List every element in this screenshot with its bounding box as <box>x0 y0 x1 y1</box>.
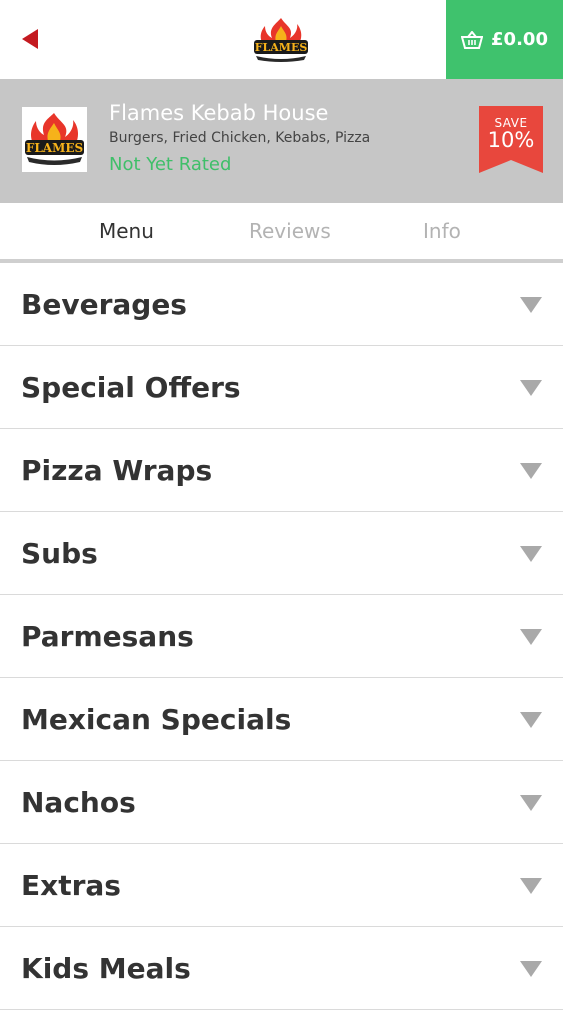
menu-category[interactable]: Beverages <box>0 263 563 346</box>
chevron-down-icon <box>520 546 542 562</box>
restaurant-header: FLAMES Flames Kebab House Burgers, Fried… <box>0 79 563 203</box>
save-badge: SAVE 10% <box>479 106 543 173</box>
menu-category-label: Beverages <box>21 288 187 321</box>
menu-category[interactable]: Special Offers <box>0 346 563 429</box>
tab-info[interactable]: Info <box>423 219 461 243</box>
flames-logo: FLAMES <box>250 16 312 64</box>
chevron-down-icon <box>520 463 542 479</box>
save-badge-value: 10% <box>487 128 535 152</box>
menu-category[interactable]: Parmesans <box>0 595 563 678</box>
basket-amount: £0.00 <box>491 29 548 50</box>
chevron-down-icon <box>520 961 542 977</box>
chevron-down-icon <box>520 712 542 728</box>
restaurant-logo: FLAMES <box>22 107 87 172</box>
menu-category[interactable]: Mexican Specials <box>0 678 563 761</box>
menu-category-label: Parmesans <box>21 620 194 653</box>
menu-category-label: Kids Meals <box>21 952 191 985</box>
chevron-down-icon <box>520 380 542 396</box>
restaurant-cuisines: Burgers, Fried Chicken, Kebabs, Pizza <box>109 130 371 146</box>
top-bar: FLAMES £0.00 <box>0 0 563 79</box>
basket-icon <box>461 30 484 49</box>
tab-reviews[interactable]: Reviews <box>249 219 331 243</box>
menu-category-label: Subs <box>21 537 98 570</box>
chevron-down-icon <box>520 297 542 313</box>
menu-category-list: Beverages Special Offers Pizza Wraps Sub… <box>0 263 563 1010</box>
basket-button[interactable]: £0.00 <box>446 0 563 79</box>
menu-category[interactable]: Pizza Wraps <box>0 429 563 512</box>
chevron-down-icon <box>520 795 542 811</box>
menu-category[interactable]: Extras <box>0 844 563 927</box>
chevron-down-icon <box>520 878 542 894</box>
menu-category[interactable]: Subs <box>0 512 563 595</box>
tab-bar: Menu Reviews Info <box>0 203 563 263</box>
restaurant-rating: Not Yet Rated <box>109 154 232 175</box>
menu-category-label: Mexican Specials <box>21 703 292 736</box>
restaurant-name: Flames Kebab House <box>109 101 329 125</box>
menu-category-label: Pizza Wraps <box>21 454 213 487</box>
menu-category-label: Extras <box>21 869 121 902</box>
menu-category[interactable]: Kids Meals <box>0 927 563 1010</box>
tab-menu[interactable]: Menu <box>99 219 154 243</box>
chevron-down-icon <box>520 629 542 645</box>
menu-category-label: Special Offers <box>21 371 241 404</box>
logo-text: FLAMES <box>255 41 308 54</box>
menu-category[interactable]: Nachos <box>0 761 563 844</box>
restaurant-logo-text: FLAMES <box>26 141 83 155</box>
back-arrow-icon[interactable] <box>22 29 38 49</box>
menu-category-label: Nachos <box>21 786 136 819</box>
